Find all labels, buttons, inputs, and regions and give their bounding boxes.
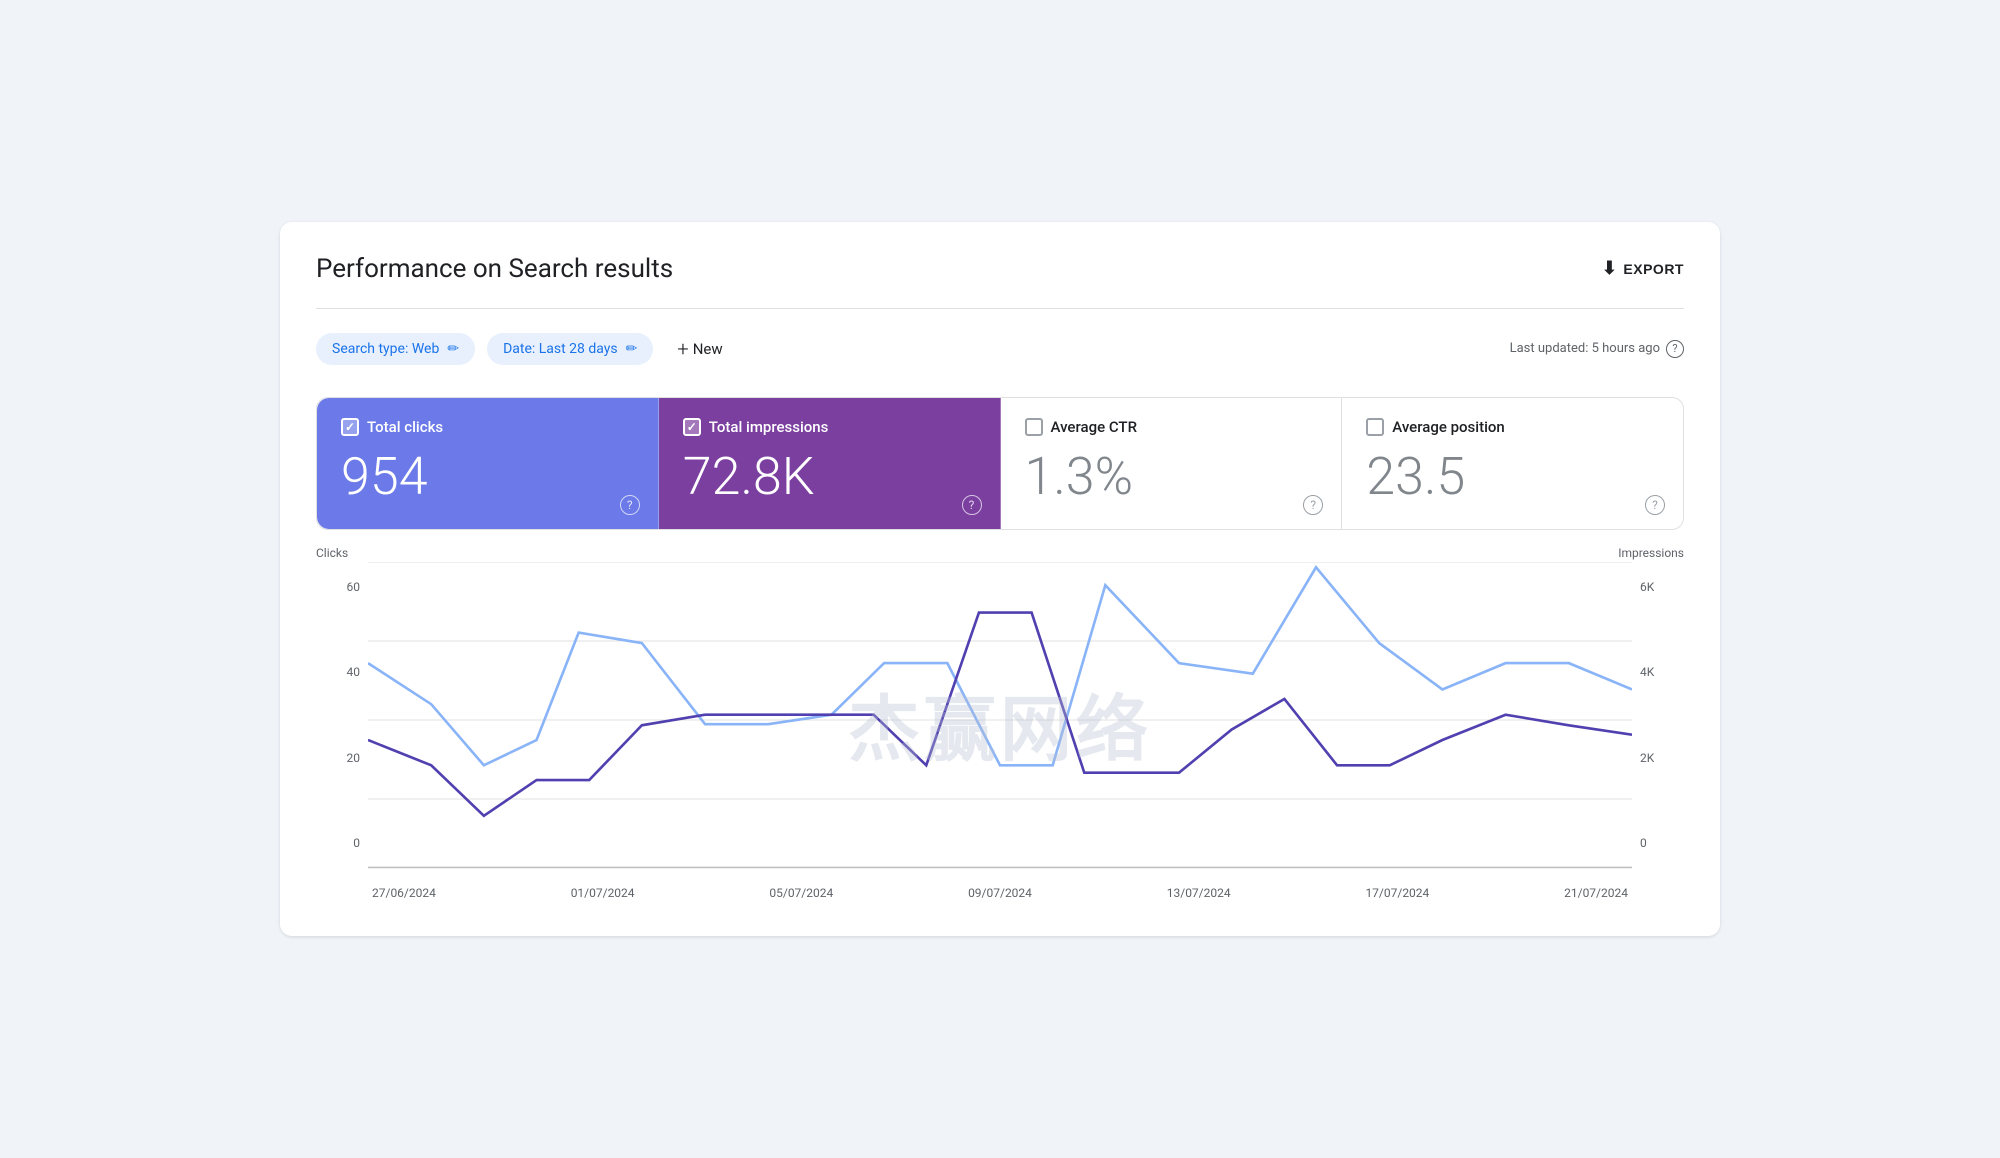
x-label-6: 17/07/2024 xyxy=(1365,886,1429,900)
x-label-5: 13/07/2024 xyxy=(1167,886,1231,900)
y-right-0: 0 xyxy=(1640,836,1647,850)
y-axis-right-title: Impressions xyxy=(1618,546,1684,560)
y-right-4k: 4K xyxy=(1640,665,1654,679)
clicks-help-icon[interactable]: ? xyxy=(620,495,640,515)
filter-row: Search type: Web ✏ Date: Last 28 days ✏ … xyxy=(316,329,1684,369)
y-left-20: 20 xyxy=(347,751,361,765)
position-label: Average position xyxy=(1392,418,1505,436)
position-value: 23.5 xyxy=(1366,448,1659,505)
ctr-header: Average CTR xyxy=(1025,418,1318,436)
header-row: Performance on Search results ⬇ EXPORT xyxy=(316,254,1684,284)
clicks-header: Total clicks xyxy=(341,418,634,436)
plus-icon: + xyxy=(677,337,688,361)
ctr-label: Average CTR xyxy=(1051,418,1138,436)
new-label: New xyxy=(693,340,723,358)
impressions-label: Total impressions xyxy=(709,418,829,436)
ctr-help-icon[interactable]: ? xyxy=(1303,495,1323,515)
export-label: EXPORT xyxy=(1623,261,1684,277)
ctr-value: 1.3% xyxy=(1025,448,1318,505)
x-label-7: 21/07/2024 xyxy=(1564,886,1628,900)
last-updated: Last updated: 5 hours ago ? xyxy=(1510,340,1684,358)
main-card: Performance on Search results ⬇ EXPORT S… xyxy=(280,222,1720,936)
clicks-value: 954 xyxy=(341,448,634,505)
date-filter[interactable]: Date: Last 28 days ✏ xyxy=(487,333,653,365)
x-label-4: 09/07/2024 xyxy=(968,886,1032,900)
metric-position[interactable]: Average position 23.5 ? xyxy=(1342,398,1683,529)
clicks-checkbox[interactable] xyxy=(341,418,359,436)
metric-clicks[interactable]: Total clicks 954 ? xyxy=(317,398,659,529)
impressions-checkbox[interactable] xyxy=(683,418,701,436)
divider xyxy=(316,308,1684,309)
ctr-checkbox[interactable] xyxy=(1025,418,1043,436)
x-labels: 27/06/2024 01/07/2024 05/07/2024 09/07/2… xyxy=(372,886,1628,900)
y-right-2k: 2K xyxy=(1640,751,1654,765)
last-updated-help-icon[interactable]: ? xyxy=(1666,340,1684,358)
position-header: Average position xyxy=(1366,418,1659,436)
y-axis-left-title: Clicks xyxy=(316,546,348,560)
metrics-row: Total clicks 954 ? Total impressions 72.… xyxy=(316,397,1684,530)
x-label-1: 27/06/2024 xyxy=(372,886,436,900)
x-label-2: 01/07/2024 xyxy=(571,886,635,900)
y-left-60: 60 xyxy=(347,580,361,594)
y-right-6k: 6K xyxy=(1640,580,1654,594)
y-left-0: 0 xyxy=(353,836,360,850)
edit-icon: ✏ xyxy=(447,341,459,357)
x-label-3: 05/07/2024 xyxy=(769,886,833,900)
position-checkbox[interactable] xyxy=(1366,418,1384,436)
y-left-40: 40 xyxy=(347,665,361,679)
last-updated-text: Last updated: 5 hours ago xyxy=(1510,341,1660,356)
page-title: Performance on Search results xyxy=(316,254,673,284)
chart-area: 杰赢网络 Clicks Impressions 60 40 20 0 xyxy=(316,546,1684,900)
new-button[interactable]: + New xyxy=(665,329,734,369)
chart-svg xyxy=(368,562,1632,878)
impressions-help-icon[interactable]: ? xyxy=(962,495,982,515)
edit-icon-date: ✏ xyxy=(626,341,638,357)
impressions-value: 72.8K xyxy=(683,448,976,505)
metric-ctr[interactable]: Average CTR 1.3% ? xyxy=(1001,398,1343,529)
export-icon: ⬇ xyxy=(1602,258,1618,279)
metric-impressions[interactable]: Total impressions 72.8K ? xyxy=(659,398,1001,529)
search-type-filter[interactable]: Search type: Web ✏ xyxy=(316,333,475,365)
search-type-label: Search type: Web xyxy=(332,341,439,357)
export-button[interactable]: ⬇ EXPORT xyxy=(1602,258,1684,279)
date-label: Date: Last 28 days xyxy=(503,341,618,357)
impressions-header: Total impressions xyxy=(683,418,976,436)
clicks-label: Total clicks xyxy=(367,418,443,436)
position-help-icon[interactable]: ? xyxy=(1645,495,1665,515)
